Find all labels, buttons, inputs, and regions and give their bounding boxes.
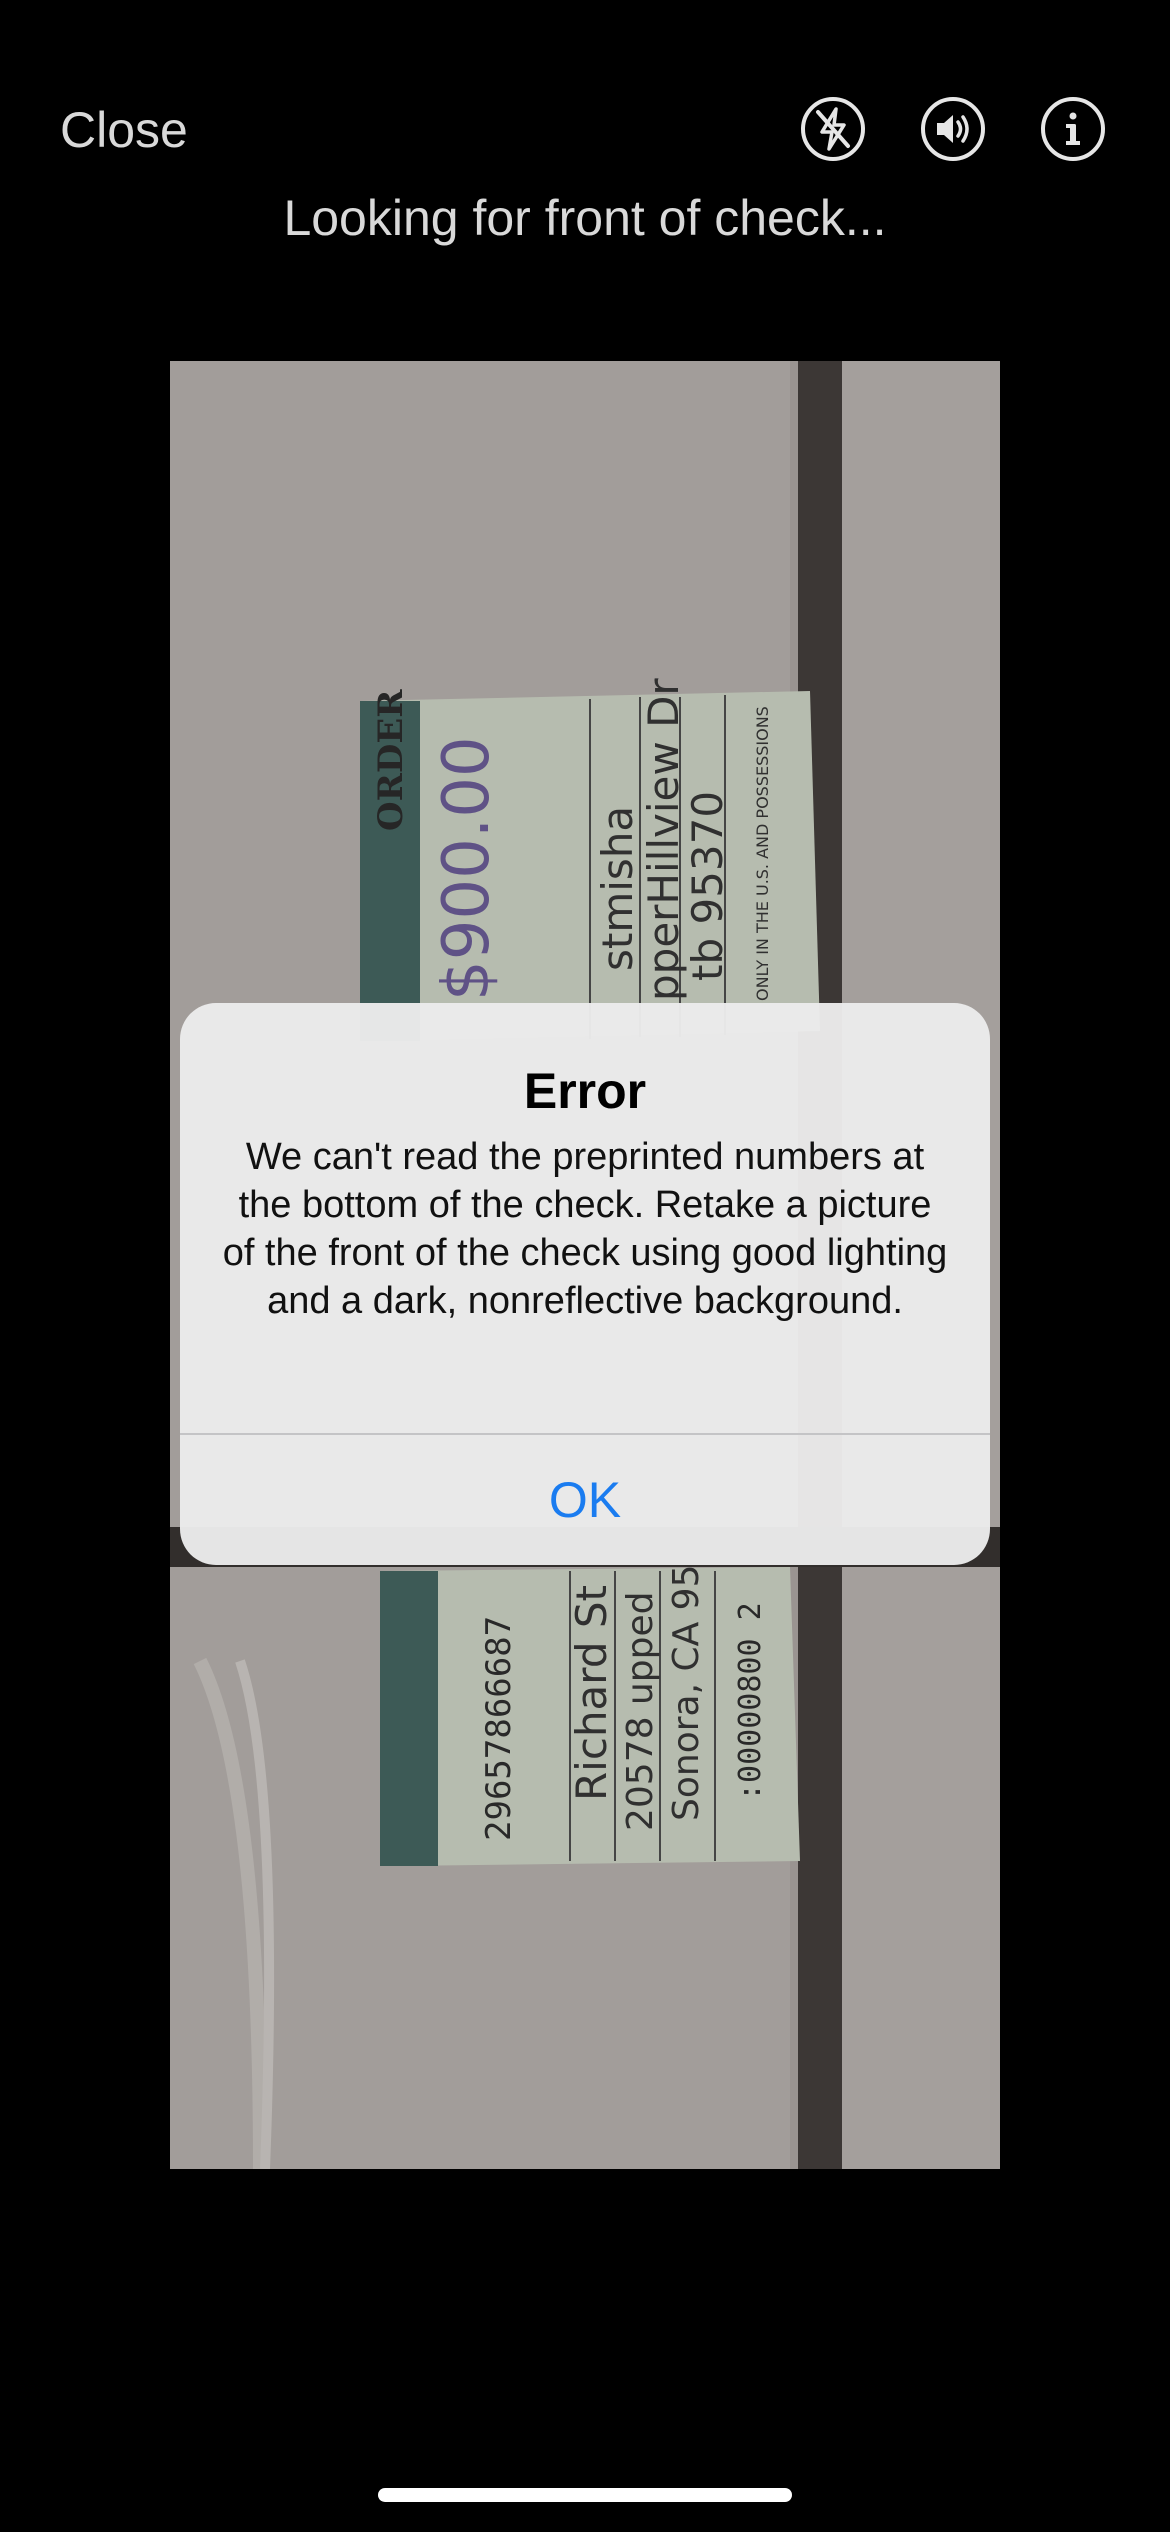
ok-button[interactable]: OK [180,1435,990,1565]
scan-status-text: Looking for front of check... [283,190,887,246]
speaker-icon[interactable] [920,96,986,162]
alert-title: Error [523,1063,647,1119]
error-alert: Error We can't read the preprinted numbe… [180,1003,990,1565]
info-icon[interactable] [1040,96,1106,162]
alert-message: We can't read the preprinted numbers at … [222,1136,948,1322]
flash-off-icon[interactable] [800,96,866,162]
home-indicator[interactable] [378,2488,792,2502]
close-button[interactable]: Close [60,100,188,160]
check-scanner-screen: Close Looking for front of check... ORDE… [0,0,1170,2532]
